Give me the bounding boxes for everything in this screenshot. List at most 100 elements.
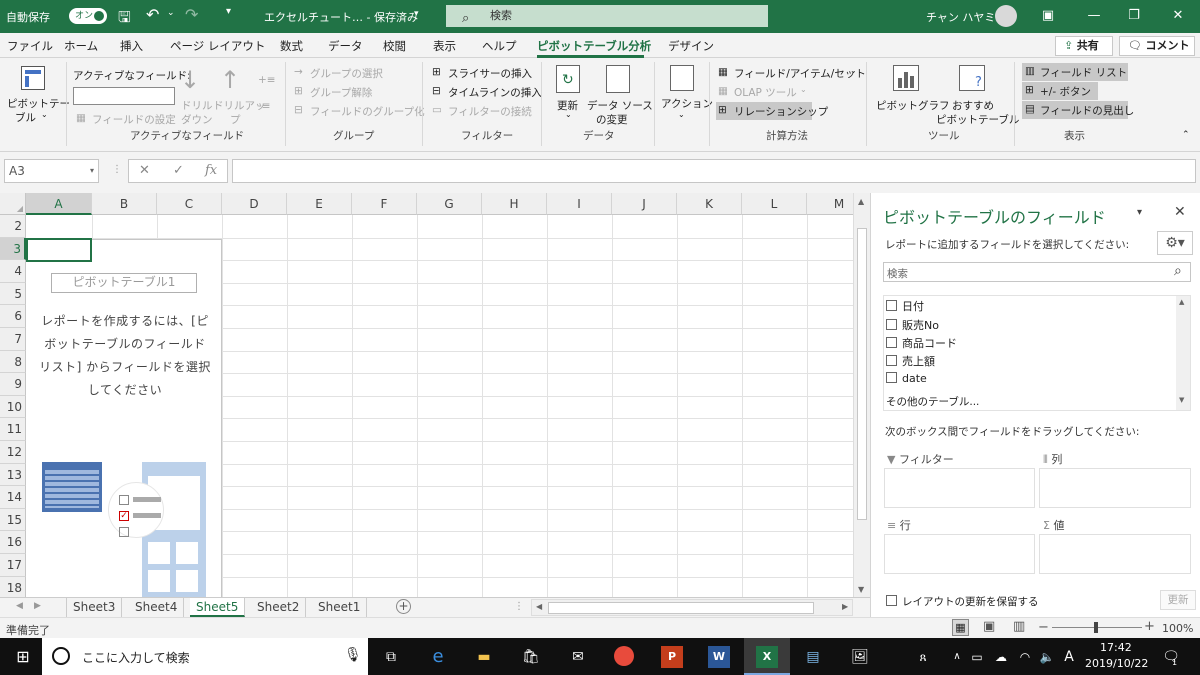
pane-close-icon[interactable]: ✕ xyxy=(1174,204,1186,220)
horizontal-scroll-thumb[interactable] xyxy=(548,602,814,614)
clock-time[interactable]: 17:42 xyxy=(1100,641,1132,654)
network-icon[interactable]: ▭ xyxy=(966,646,988,668)
worksheet-grid[interactable]: ◢ A B C D E F G H I J K L M 2 3 4 5 6 7 … xyxy=(0,193,853,597)
tab-insert[interactable]: 挿入 xyxy=(120,38,143,54)
row-header-3[interactable]: 3 xyxy=(0,237,26,261)
sheet-tab-sheet3[interactable]: Sheet3 xyxy=(66,598,123,617)
change-source-label-1[interactable]: データ ソース xyxy=(587,98,653,113)
field-item[interactable]: 販売No xyxy=(886,317,939,333)
onedrive-icon[interactable]: ☁ xyxy=(990,646,1012,668)
row-header-16[interactable]: 16 xyxy=(0,531,26,554)
windows-start-icon[interactable]: ⊞ xyxy=(12,646,34,668)
formula-input[interactable] xyxy=(232,159,1196,183)
tab-home[interactable]: ホーム xyxy=(64,38,98,54)
add-sheet-icon[interactable]: + xyxy=(396,599,411,614)
column-header-m[interactable]: M xyxy=(807,193,853,215)
zoom-out-icon[interactable]: − xyxy=(1038,620,1049,635)
field-item[interactable]: 売上額 xyxy=(886,353,935,369)
sheet-tab-sheet1[interactable]: Sheet1 xyxy=(312,598,368,617)
row-header-6[interactable]: 6 xyxy=(0,305,26,328)
row-header-8[interactable]: 8 xyxy=(0,350,26,374)
row-header-9[interactable]: 9 xyxy=(0,373,26,396)
title-dropdown-icon[interactable]: ▾ xyxy=(414,9,419,19)
field-item[interactable]: 商品コード xyxy=(886,335,957,351)
autosave-toggle[interactable]: オン xyxy=(69,8,107,24)
row-header-13[interactable]: 13 xyxy=(0,463,26,487)
comment-button[interactable]: 🗨 コメント xyxy=(1119,36,1195,56)
plus-minus-buttons-toggle[interactable]: ⊞ +/- ボタン xyxy=(1022,82,1098,100)
wifi-icon[interactable]: ◠ xyxy=(1014,646,1036,668)
recommended-pivottables-label-2[interactable]: ピボットテーブル xyxy=(936,112,1019,127)
word-icon[interactable]: W xyxy=(708,646,730,668)
tab-page-layout[interactable]: ページ レイアウト xyxy=(170,38,265,54)
tab-help[interactable]: ヘルプ xyxy=(482,38,517,54)
zoom-in-icon[interactable]: + xyxy=(1144,619,1155,634)
column-header-b[interactable]: B xyxy=(92,193,157,215)
field-headers-toggle[interactable]: ▤ フィールドの見出し xyxy=(1022,101,1134,119)
qat-customize-icon[interactable]: ▾ xyxy=(226,6,231,17)
page-break-view-icon[interactable]: ▥ xyxy=(1013,619,1025,634)
scroll-left-icon[interactable]: ◀ xyxy=(536,602,542,611)
field-checkbox[interactable] xyxy=(886,372,897,383)
title-search-box[interactable]: ⌕ 検索 xyxy=(446,5,768,27)
vertical-scrollbar[interactable]: ▲ ▼ xyxy=(853,193,870,597)
store-icon[interactable]: 🛍 xyxy=(520,646,542,668)
taskbar-search-box[interactable]: ここに入力して検索 🎙 xyxy=(42,638,368,675)
column-header-e[interactable]: E xyxy=(287,193,352,215)
zoom-level[interactable]: 100% xyxy=(1162,622,1193,635)
ime-indicator[interactable]: A xyxy=(1058,646,1080,668)
tab-view[interactable]: 表示 xyxy=(433,38,456,54)
horizontal-scrollbar[interactable]: ◀ ▶ xyxy=(531,599,853,616)
select-all-corner[interactable]: ◢ xyxy=(0,193,26,215)
olap-tools-button[interactable]: OLAP ツール xyxy=(734,85,797,100)
row-header-12[interactable]: 12 xyxy=(0,441,26,464)
filter-connections-button[interactable]: フィルターの接続 xyxy=(448,104,532,119)
scroll-right-icon[interactable]: ▶ xyxy=(842,602,848,611)
field-checkbox[interactable] xyxy=(886,355,897,366)
excel-taskbar-button[interactable]: X xyxy=(744,638,790,675)
row-header-10[interactable]: 10 xyxy=(0,395,26,419)
field-checkbox[interactable] xyxy=(886,337,897,348)
field-list-button[interactable]: ▥ フィールド リスト xyxy=(1022,63,1128,81)
file-explorer-icon[interactable]: ▬ xyxy=(473,646,495,668)
group-selection-button[interactable]: グループの選択 xyxy=(310,66,383,81)
sheet-tab-sheet5[interactable]: Sheet5 xyxy=(190,598,246,617)
column-header-h[interactable]: H xyxy=(482,193,547,215)
column-header-g[interactable]: G xyxy=(417,193,482,215)
edge-icon[interactable]: e xyxy=(427,646,449,668)
collapse-field-icon[interactable]: -≡ xyxy=(258,100,271,112)
undo-icon[interactable]: ↶ xyxy=(146,5,159,24)
column-header-a[interactable]: A xyxy=(26,193,92,215)
field-group-button[interactable]: フィールドのグループ化 xyxy=(310,104,425,119)
sheet-prev-icon[interactable]: ◀ xyxy=(16,601,23,611)
columns-drop-area[interactable] xyxy=(1039,468,1191,508)
row-header-5[interactable]: 5 xyxy=(0,282,26,306)
gear-icon[interactable]: ⚙▾ xyxy=(1157,231,1193,255)
column-header-k[interactable]: K xyxy=(677,193,742,215)
tab-data[interactable]: データ xyxy=(328,38,363,54)
column-header-l[interactable]: L xyxy=(742,193,807,215)
change-source-label-2[interactable]: の変更 xyxy=(596,112,628,127)
column-header-f[interactable]: F xyxy=(352,193,417,215)
row-header-14[interactable]: 14 xyxy=(0,486,26,509)
show-hidden-icons[interactable]: ∧ xyxy=(946,646,968,668)
row-header-2[interactable]: 2 xyxy=(0,215,26,238)
sheet-next-icon[interactable]: ▶ xyxy=(34,601,41,611)
more-tables-link[interactable]: その他のテーブル... xyxy=(886,394,979,409)
pivottable-placeholder[interactable]: ピボットテーブル1 レポートを作成するには、[ピ ボットテーブルのフィールド リ… xyxy=(26,239,222,597)
scroll-up-icon[interactable]: ▲ xyxy=(1179,298,1184,306)
insert-function-icon[interactable]: fx xyxy=(205,163,217,178)
zoom-slider-handle[interactable] xyxy=(1094,622,1098,633)
cancel-icon[interactable]: ✕ xyxy=(139,163,150,178)
pivotchart-button[interactable]: ピボットグラフ xyxy=(876,98,950,113)
redo-icon[interactable]: ↷ xyxy=(185,5,198,24)
pane-options-icon[interactable]: ▾ xyxy=(1137,207,1142,218)
filters-drop-area[interactable] xyxy=(884,468,1035,508)
microphone-icon[interactable]: 🎙 xyxy=(344,647,362,663)
splitter-icon[interactable]: ⋮ xyxy=(514,601,524,612)
insert-slicer-button[interactable]: スライサーの挿入 xyxy=(448,66,532,81)
vertical-scroll-thumb[interactable] xyxy=(857,228,867,520)
field-settings-button[interactable]: フィールドの設定 xyxy=(92,112,176,127)
expand-field-icon[interactable]: +≡ xyxy=(258,74,276,86)
field-list-scrollbar[interactable]: ▲ ▼ xyxy=(1176,296,1190,410)
